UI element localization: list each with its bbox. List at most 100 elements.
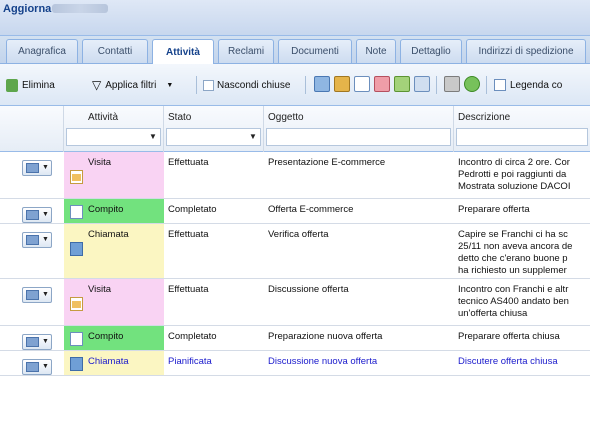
row-menu-button[interactable]: ▼ (22, 160, 52, 176)
row-actions-cell: ▼ (0, 152, 64, 198)
subject-cell: Preparazione nuova offerta (268, 331, 383, 342)
tools-icon[interactable] (444, 76, 460, 92)
chevron-down-icon: ▼ (42, 338, 49, 345)
hide-closed-checkbox[interactable] (203, 79, 214, 91)
row-menu-button[interactable]: ▼ (22, 334, 52, 350)
activity-type-label: Compito (88, 204, 124, 215)
table-row[interactable]: ▼ Compito Completato Preparazione nuova off… (0, 326, 590, 351)
window-title: Aggiorna (3, 3, 52, 15)
activity-filter-select[interactable]: ▼ (66, 128, 161, 146)
description-line: 25/11 non aveva ancora de (458, 241, 573, 252)
new-contact-icon[interactable] (334, 76, 350, 92)
document-icon (70, 205, 83, 219)
row-menu-button[interactable]: ▼ (22, 359, 52, 375)
activity-column-header[interactable]: Attività ▼ (64, 106, 164, 152)
actions-column-header (0, 106, 64, 152)
activity-type-label: Visita (88, 284, 112, 295)
row-actions-cell: ▼ (0, 199, 64, 223)
calendar-icon (70, 297, 83, 311)
row-menu-button[interactable]: ▼ (22, 232, 52, 248)
toolbar-separator (305, 76, 306, 94)
subject-cell: Presentazione E-commerce (268, 157, 386, 168)
description-column-header[interactable]: Descrizione (454, 106, 590, 152)
status-column-header[interactable]: Stato ▼ (164, 106, 264, 152)
description-line: Discutere offerta chiusa (458, 356, 558, 367)
description-line: detto che c'erano buone p (458, 253, 568, 264)
legend-button[interactable]: Legenda co (494, 76, 562, 94)
description-cell: Incontro di circa 2 ore. Cor Pedrotti e p… (454, 152, 590, 198)
row-menu-button[interactable]: ▼ (22, 287, 52, 303)
tab-note[interactable]: Note (356, 39, 396, 63)
subject-cell: Offerta E-commerce (268, 204, 354, 215)
refresh-icon[interactable] (464, 76, 480, 92)
description-line: Capire se Franchi ci ha sc (458, 229, 568, 240)
calendar-icon (70, 170, 83, 184)
tab-anagrafica[interactable]: Anagrafica (6, 39, 78, 63)
new-task-icon[interactable] (394, 76, 410, 92)
description-cell: Discutere offerta chiusa (454, 351, 590, 375)
delete-icon (6, 78, 18, 92)
apply-filters-label: Applica filtri (105, 79, 157, 91)
tab-reclami[interactable]: Reclami (218, 39, 274, 63)
email-icon[interactable] (414, 76, 430, 92)
description-line: Pedrotti e poi raggiunti da (458, 169, 567, 180)
grid-icon (26, 163, 39, 173)
tab-dettaglio[interactable]: Dettaglio (400, 39, 462, 63)
table-row[interactable]: ▼ Visita Effettuata Presentazione E-commerc… (0, 152, 590, 199)
table-row[interactable]: ▼ Chiamata Effettuata Verifica offerta Capir… (0, 224, 590, 279)
subject-cell: Discussione offerta (268, 284, 349, 295)
description-line: Mostrata soluzione DACOI (458, 181, 571, 192)
status-cell: Effettuata (168, 284, 209, 295)
activity-type-cell: Compito (64, 199, 164, 223)
toolbar-separator (436, 76, 437, 94)
filter-icon: ▽ (92, 78, 102, 92)
subject-cell: Discussione nuova offerta (268, 356, 378, 367)
row-actions-cell: ▼ (0, 224, 64, 278)
activity-type-label: Chiamata (88, 229, 129, 240)
new-meeting-icon[interactable] (314, 76, 330, 92)
tab-contatti[interactable]: Contatti (82, 39, 148, 63)
activity-type-cell: Visita (64, 279, 164, 325)
description-cell: Capire se Franchi ci ha sc 25/11 non avev… (454, 224, 590, 278)
new-calendar-icon[interactable] (374, 76, 390, 92)
delete-button[interactable]: Elimina (6, 76, 55, 94)
window-titlebar: Aggiorna (0, 0, 590, 36)
tab-attivita[interactable]: Attività (152, 39, 214, 64)
description-column-label: Descrizione (458, 112, 511, 123)
table-row[interactable]: ▼ Compito Completato Offerta E-commerce Prep… (0, 199, 590, 224)
activity-type-label: Compito (88, 331, 124, 342)
description-line: tecnico AS400 andato ben (458, 296, 569, 307)
grid-icon (26, 235, 39, 245)
hide-closed-toggle[interactable]: Nascondi chiuse (203, 76, 290, 94)
apply-filters-button[interactable]: ▽ Applica filtri ▼ (92, 76, 173, 94)
tab-documenti[interactable]: Documenti (278, 39, 352, 63)
grid-header: Attività ▼ Stato ▼ Oggetto Descrizione (0, 106, 590, 152)
row-actions-cell: ▼ (0, 279, 64, 325)
subject-filter-input[interactable] (266, 128, 451, 146)
table-row[interactable]: ▼ Visita Effettuata Discussione offerta Inco… (0, 279, 590, 326)
description-line: un'offerta chiusa (458, 308, 528, 319)
description-filter-input[interactable] (456, 128, 588, 146)
row-actions-cell: ▼ (0, 326, 64, 350)
row-menu-button[interactable]: ▼ (22, 207, 52, 223)
toolbar-separator (196, 76, 197, 94)
status-cell: Pianificata (168, 356, 212, 367)
chevron-down-icon: ▼ (249, 132, 257, 141)
status-filter-select[interactable]: ▼ (166, 128, 261, 146)
status-cell: Effettuata (168, 229, 209, 240)
description-line: Preparare offerta (458, 204, 530, 215)
activity-column-label: Attività (88, 112, 119, 123)
new-document-icon[interactable] (354, 76, 370, 92)
status-cell: Effettuata (168, 157, 209, 168)
phone-icon (70, 242, 83, 256)
grid-icon (26, 337, 39, 347)
description-cell: Incontro con Franchi e altr tecnico AS400… (454, 279, 590, 325)
tab-indirizzi-spedizione[interactable]: Indirizzi di spedizione (466, 39, 586, 63)
description-line: Incontro di circa 2 ore. Cor (458, 157, 570, 168)
table-row[interactable]: ▼ Chiamata Pianificata Discussione nuova of… (0, 351, 590, 376)
status-cell: Completato (168, 204, 217, 215)
activity-type-label: Visita (88, 157, 112, 168)
subject-column-header[interactable]: Oggetto (264, 106, 454, 152)
status-column-label: Stato (168, 112, 192, 123)
subject-cell: Verifica offerta (268, 229, 329, 240)
